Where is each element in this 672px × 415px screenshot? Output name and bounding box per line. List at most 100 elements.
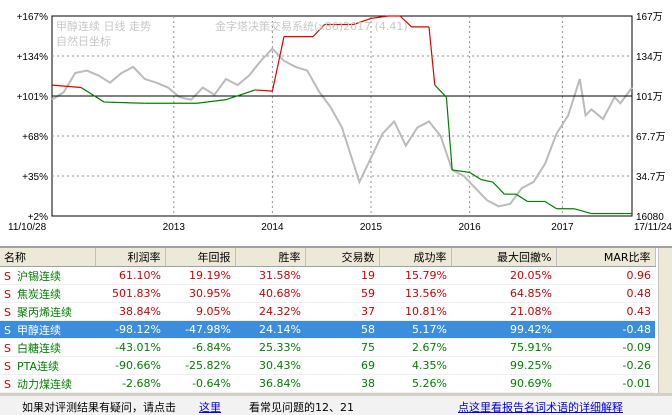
contract-name: 沪锡连续	[16, 269, 61, 283]
success-rate-cell: 10.81%	[379, 302, 451, 321]
mar-ratio-cell: 0.43	[556, 302, 655, 321]
header-profit[interactable]: 利润率	[95, 248, 166, 267]
right-axis-label: 134万	[636, 52, 663, 63]
max-drawdown-cell: 21.08%	[451, 302, 556, 321]
win-rate-cell: 40.68%	[235, 284, 305, 303]
faq-text: 看常见问题的12、21	[249, 401, 354, 414]
contract-name: 焦炭连续	[16, 287, 61, 301]
right-axis-label: 101万	[636, 92, 663, 103]
glossary-link[interactable]: 点这里看报告名词术语的详细解释	[458, 399, 623, 415]
contract-name: 甲醇连续	[16, 323, 61, 337]
success-rate-cell: 13.56%	[379, 284, 451, 303]
contract-name: 动力煤连续	[16, 377, 72, 391]
strategy-marker: S	[4, 305, 11, 319]
win-rate-cell: 24.32%	[235, 302, 305, 321]
row-name-cell[interactable]: S PTA连续	[0, 356, 95, 375]
equity-chart[interactable]: +167% 167万 +134% 134万 +101% 101万 +68% 67.7万 +35%…	[0, 0, 672, 246]
annual-return-cell: 19.19%	[165, 266, 235, 285]
row-name-cell[interactable]: S 甲醇连续	[0, 320, 95, 339]
help-link[interactable]: 这里	[199, 399, 221, 415]
table-row[interactable]: S 焦炭连续 501.83% 30.95% 40.68% 59 13.56% 64.85% 0.…	[0, 284, 655, 303]
mar-ratio-cell: 0.48	[556, 284, 655, 303]
mar-ratio-cell: -0.09	[556, 338, 655, 357]
header-win-rate[interactable]: 胜率	[235, 248, 306, 267]
row-name-cell[interactable]: S 焦炭连续	[0, 284, 95, 303]
x-axis-label: 2017	[551, 222, 574, 233]
mar-ratio-cell: -0.26	[556, 356, 655, 375]
strategy-marker: S	[4, 359, 11, 373]
header-trades[interactable]: 交易数	[305, 248, 380, 267]
profit-cell: 61.10%	[95, 266, 165, 285]
contract-name: PTA连续	[16, 359, 60, 373]
annual-return-cell: -6.84%	[165, 338, 235, 357]
x-axis-label: 2015	[360, 222, 383, 233]
row-name-cell[interactable]: S 白糖连续	[0, 338, 95, 357]
footer-prompt: 如果对评测结果有疑问，请点击	[22, 401, 176, 414]
row-name-cell[interactable]: S 聚丙烯连续	[0, 302, 95, 321]
header-annual[interactable]: 年回报	[165, 248, 236, 267]
trade-count-cell: 19	[305, 266, 379, 285]
header-name[interactable]: 名称	[0, 248, 96, 267]
win-rate-cell: 24.14%	[235, 320, 305, 339]
trade-count-cell: 38	[305, 374, 379, 393]
software-watermark: 金字塔决策交易系统(x86)2017 (4.41)	[215, 19, 408, 33]
success-rate-cell: 2.67%	[379, 338, 451, 357]
table-row[interactable]: S 动力煤连续 -2.68% -0.64% 36.84% 38 5.26% 90.69% -0.…	[0, 374, 655, 393]
x-axis-label: 2013	[163, 222, 186, 233]
max-drawdown-cell: 99.42%	[451, 320, 556, 339]
table-scrollbar[interactable]	[658, 248, 672, 393]
win-rate-cell: 36.84%	[235, 374, 305, 393]
chart-subtitle: 自然日坐标	[56, 34, 111, 48]
table-header-row: 名称 利润率 年回报 胜率 交易数 成功率 最大回撤% MAR比率	[0, 248, 656, 267]
plot-frame	[51, 15, 633, 217]
success-rate-cell: 5.17%	[379, 320, 451, 339]
trade-count-cell: 37	[305, 302, 379, 321]
annual-return-cell: -25.82%	[165, 356, 235, 375]
row-name-cell[interactable]: S 沪锡连续	[0, 266, 95, 285]
mar-ratio-cell: -0.48	[556, 320, 655, 339]
header-success[interactable]: 成功率	[379, 248, 452, 267]
max-drawdown-cell: 99.25%	[451, 356, 556, 375]
win-rate-cell: 31.58%	[235, 266, 305, 285]
strategy-marker: S	[4, 323, 11, 337]
x-axis-label: 2016	[458, 222, 481, 233]
trade-count-cell: 69	[305, 356, 379, 375]
results-table: 名称 利润率 年回报 胜率 交易数 成功率 最大回撤% MAR比率 S 沪锡连续 6…	[0, 248, 656, 393]
right-axis-label: 67.7万	[636, 132, 665, 143]
strategy-marker: S	[4, 287, 11, 301]
left-axis-label: +101%	[17, 92, 49, 103]
left-axis-label: +35%	[22, 172, 48, 183]
strategy-marker: S	[4, 377, 11, 391]
trade-count-cell: 59	[305, 284, 379, 303]
x-axis-label: 2014	[261, 222, 284, 233]
row-name-cell[interactable]: S 动力煤连续	[0, 374, 95, 393]
chart-canvas[interactable]: +167% 167万 +134% 134万 +101% 101万 +68% 67.7万 +35%…	[0, 0, 672, 246]
success-rate-cell: 15.79%	[379, 266, 451, 285]
profit-cell: -98.12%	[95, 320, 165, 339]
left-axis-label: +134%	[17, 52, 49, 63]
annual-return-cell: 30.95%	[165, 284, 235, 303]
profit-cell: -2.68%	[95, 374, 165, 393]
strategy-marker: S	[4, 269, 11, 283]
max-drawdown-cell: 90.69%	[451, 374, 556, 393]
win-rate-cell: 30.43%	[235, 356, 305, 375]
max-drawdown-cell: 20.05%	[451, 266, 556, 285]
table-row[interactable]: S 甲醇连续 -98.12% -47.98% 24.14% 58 5.17% 99.42% -0…	[0, 320, 655, 339]
left-axis-label: +68%	[22, 132, 48, 143]
annual-return-cell: -47.98%	[165, 320, 235, 339]
table-row[interactable]: S 聚丙烯连续 38.84% 9.05% 24.32% 37 10.81% 21.08% 0.4…	[0, 302, 655, 321]
x-axis-label: 11/10/28	[8, 222, 47, 233]
header-drawdown[interactable]: 最大回撤%	[451, 248, 557, 267]
header-mar[interactable]: MAR比率	[556, 248, 656, 267]
max-drawdown-cell: 64.85%	[451, 284, 556, 303]
max-drawdown-cell: 75.91%	[451, 338, 556, 357]
profit-cell: 38.84%	[95, 302, 165, 321]
success-rate-cell: 5.26%	[379, 374, 451, 393]
table-row[interactable]: S 沪锡连续 61.10% 19.19% 31.58% 19 15.79% 20.05% 0.9…	[0, 266, 655, 285]
table-row[interactable]: S 白糖连续 -43.01% -6.84% 25.33% 75 2.67% 75.91% -0.…	[0, 338, 655, 357]
win-rate-cell: 25.33%	[235, 338, 305, 357]
footer-bar: 如果对评测结果有疑问，请点击 这里 看常见问题的12、21 点这里看报告名词术语…	[0, 396, 672, 415]
table-row[interactable]: S PTA连续 -90.66% -25.82% 30.43% 69 4.35% 99.25% -…	[0, 356, 655, 375]
contract-name: 聚丙烯连续	[16, 305, 72, 319]
x-axis-label: 17/11/24	[634, 222, 672, 233]
